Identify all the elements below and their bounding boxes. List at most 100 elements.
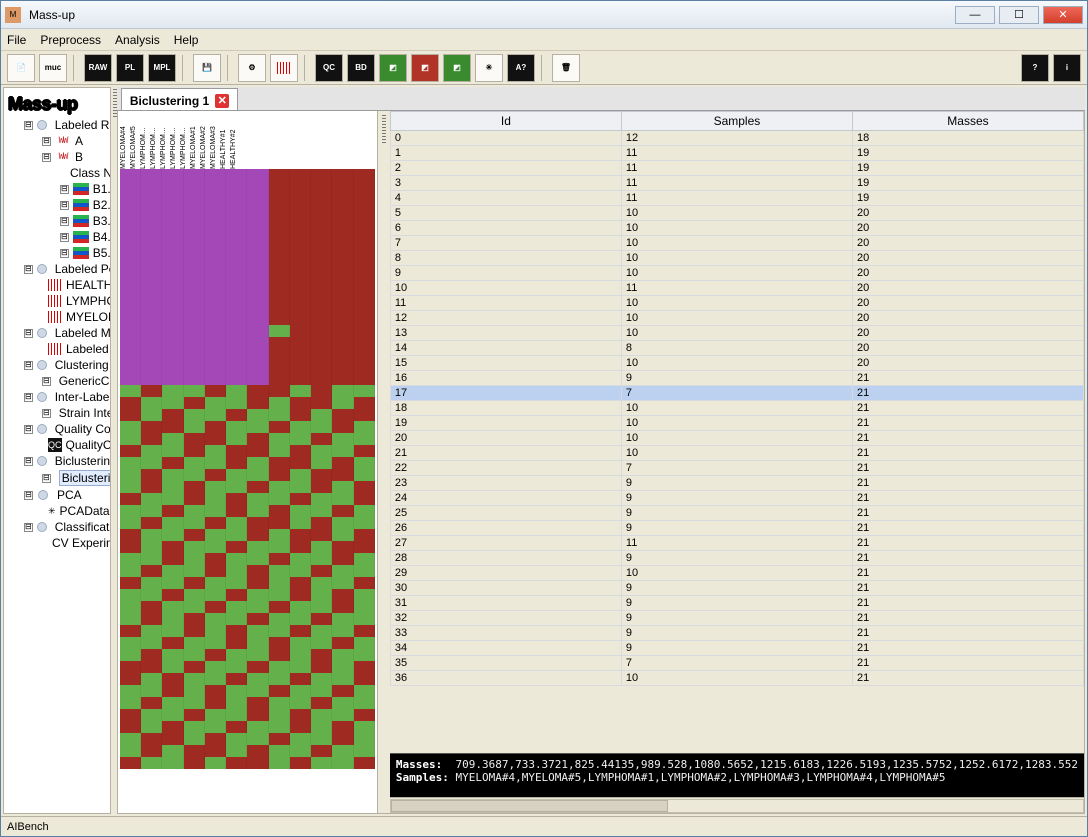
heatmap-cell[interactable]	[332, 601, 353, 613]
heatmap-cell[interactable]	[120, 601, 141, 613]
heatmap-cell[interactable]	[162, 673, 183, 685]
heatmap-cell[interactable]	[141, 637, 162, 649]
heatmap-cell[interactable]	[311, 409, 332, 421]
tree-node[interactable]: ⊟Quality Control	[6, 421, 106, 437]
heatmap-cell[interactable]	[354, 565, 375, 577]
heatmap-cell[interactable]	[184, 217, 205, 229]
table-row[interactable]: 81020	[390, 251, 1083, 266]
heatmap-cell[interactable]	[141, 253, 162, 265]
heatmap-cell[interactable]	[269, 649, 290, 661]
heatmap-cell[interactable]	[290, 625, 311, 637]
tree-node[interactable]: ⊟Strain Intersection [337]	[6, 405, 106, 421]
heatmap-cell[interactable]	[332, 553, 353, 565]
heatmap-cell[interactable]	[226, 241, 247, 253]
heatmap-cell[interactable]	[120, 493, 141, 505]
expander-icon[interactable]: ⊟	[24, 425, 33, 434]
heatmap-cell[interactable]	[205, 649, 226, 661]
heatmap-cell[interactable]	[184, 241, 205, 253]
heatmap-cell[interactable]	[247, 301, 268, 313]
heatmap-cell[interactable]	[120, 481, 141, 493]
tree-node[interactable]: CV Experiment	[6, 535, 106, 551]
heatmap-cell[interactable]	[354, 673, 375, 685]
heatmap-cell[interactable]	[247, 481, 268, 493]
heatmap-cell[interactable]	[120, 433, 141, 445]
heatmap-cell[interactable]	[162, 421, 183, 433]
heatmap-cell[interactable]	[311, 193, 332, 205]
table-row[interactable]: 28921	[390, 551, 1083, 566]
heatmap-cell[interactable]	[332, 505, 353, 517]
heatmap-cell[interactable]	[247, 529, 268, 541]
heatmap-cell[interactable]	[226, 373, 247, 385]
heatmap-cell[interactable]	[247, 385, 268, 397]
heatmap-cell[interactable]	[141, 397, 162, 409]
heatmap-cell[interactable]	[354, 385, 375, 397]
heatmap-cell[interactable]	[226, 325, 247, 337]
heatmap-cell[interactable]	[269, 577, 290, 589]
heatmap-cell[interactable]	[184, 289, 205, 301]
heatmap-cell[interactable]	[205, 469, 226, 481]
heatmap-cell[interactable]	[354, 505, 375, 517]
heatmap-cell[interactable]	[354, 613, 375, 625]
heatmap-cell[interactable]	[269, 289, 290, 301]
tb-bicluster[interactable]: ◩	[443, 54, 471, 82]
table-row[interactable]: 11119	[390, 146, 1083, 161]
heatmap-cell[interactable]	[162, 613, 183, 625]
heatmap-cell[interactable]	[269, 421, 290, 433]
heatmap-cell[interactable]	[290, 445, 311, 457]
heatmap-cell[interactable]	[162, 313, 183, 325]
heatmap-cell[interactable]	[205, 217, 226, 229]
heatmap-cell[interactable]	[354, 721, 375, 733]
heatmap-cell[interactable]	[269, 277, 290, 289]
heatmap-cell[interactable]	[269, 205, 290, 217]
heatmap-cell[interactable]	[205, 637, 226, 649]
heatmap-cell[interactable]	[184, 385, 205, 397]
expander-icon[interactable]: ⊟	[24, 393, 33, 402]
heatmap-cell[interactable]	[120, 529, 141, 541]
heatmap-cell[interactable]	[269, 169, 290, 181]
heatmap-cell[interactable]	[247, 337, 268, 349]
heatmap-cell[interactable]	[141, 673, 162, 685]
tree-node[interactable]: ⊟WWA	[6, 133, 106, 149]
heatmap-cell[interactable]	[247, 193, 268, 205]
heatmap-cell[interactable]	[354, 697, 375, 709]
heatmap-cell[interactable]	[141, 745, 162, 757]
heatmap-cell[interactable]	[226, 229, 247, 241]
heatmap-cell[interactable]	[311, 721, 332, 733]
heatmap-cell[interactable]	[269, 517, 290, 529]
heatmap-cell[interactable]	[269, 601, 290, 613]
heatmap-cell[interactable]	[332, 301, 353, 313]
heatmap-cell[interactable]	[290, 709, 311, 721]
heatmap-cell[interactable]	[332, 397, 353, 409]
heatmap-cell[interactable]	[162, 169, 183, 181]
tree-node[interactable]: ✳PCAData (instance 0)	[6, 503, 106, 519]
expander-icon[interactable]: ⊟	[42, 153, 51, 162]
heatmap-cell[interactable]	[184, 565, 205, 577]
heatmap-cell[interactable]	[332, 517, 353, 529]
heatmap-cell[interactable]	[354, 409, 375, 421]
heatmap-cell[interactable]	[290, 421, 311, 433]
heatmap-cell[interactable]	[269, 673, 290, 685]
heatmap-cell[interactable]	[354, 637, 375, 649]
heatmap-cell[interactable]	[311, 673, 332, 685]
heatmap-cell[interactable]	[184, 205, 205, 217]
table-row[interactable]: 23921	[390, 476, 1083, 491]
heatmap-cell[interactable]	[120, 649, 141, 661]
heatmap-cell[interactable]	[332, 253, 353, 265]
heatmap-cell[interactable]	[311, 517, 332, 529]
heatmap-cell[interactable]	[184, 253, 205, 265]
heatmap-cell[interactable]	[205, 541, 226, 553]
heatmap-cell[interactable]	[141, 337, 162, 349]
heatmap-cell[interactable]	[141, 529, 162, 541]
heatmap-cell[interactable]	[269, 457, 290, 469]
expander-icon[interactable]: ⊟	[60, 185, 69, 194]
heatmap-cell[interactable]	[269, 349, 290, 361]
heatmap-cell[interactable]	[141, 697, 162, 709]
heatmap-cell[interactable]	[332, 421, 353, 433]
heatmap-cell[interactable]	[120, 553, 141, 565]
heatmap-cell[interactable]	[141, 313, 162, 325]
heatmap-cell[interactable]	[184, 529, 205, 541]
heatmap-cell[interactable]	[290, 481, 311, 493]
heatmap-cell[interactable]	[332, 169, 353, 181]
heatmap-cell[interactable]	[226, 685, 247, 697]
heatmap-cell[interactable]	[141, 289, 162, 301]
